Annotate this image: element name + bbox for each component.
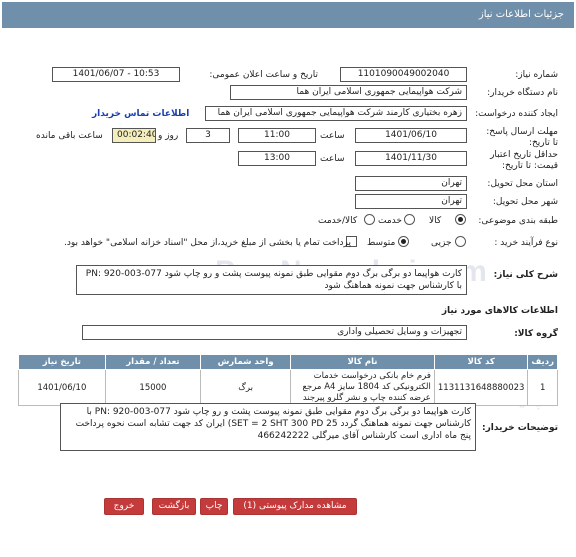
print-button[interactable]: چاپ [200,498,228,515]
category-goods-service-radio[interactable] [364,214,375,225]
province-label: استان محل تحویل: [487,179,558,189]
buyer-org-label: نام دستگاه خریدار: [487,88,558,98]
deadline-time-field: 11:00 [238,128,316,143]
col-name-header: نام کالا [290,354,435,370]
cell-row: 1 [527,369,558,406]
need-number-field: 1101090049002040 [340,67,467,82]
process-type-label: نوع فرآیند خرید : [494,238,558,248]
announce-datetime-label: تاریخ و ساعت اعلان عمومی: [209,70,318,80]
time-remaining-field: 00:02:40 [112,128,156,143]
days-remaining-field: 3 [186,128,230,143]
cell-name: فرم خام بانکی درخواست خدمات الکترونیکی ک… [290,369,435,406]
announce-datetime-field: 1401/06/07 - 10:53 [52,67,180,82]
exit-button[interactable]: خروج [104,498,144,515]
need-number-label: شماره نیاز: [515,70,558,80]
process-partial-label: جزیی [431,238,452,248]
price-validity-time-label: ساعت [320,154,345,164]
view-attachments-button[interactable]: مشاهده مدارک پیوستی (1) [233,498,357,515]
col-unit-header: واحد شمارش [200,354,292,370]
col-code-header: کد کالا [433,354,529,370]
deadline-time-label: ساعت [320,131,345,141]
days-label: روز و [158,131,179,141]
price-validity-time-field: 13:00 [238,151,316,166]
treasury-payment-note: پرداخت تمام یا بخشی از مبلغ خرید،از محل … [64,238,352,248]
buyer-notes-label: توضیحات خریدار: [482,423,558,433]
buyer-notes-box: کارت هواپیما دو برگی برگ دوم مقوایی طبق … [60,403,476,451]
col-row-header: ردیف [527,354,558,370]
city-field: تهران [355,194,467,209]
buyer-contact-link[interactable]: اطلاعات تماس خریدار [92,109,189,119]
process-partial-radio[interactable] [455,236,466,247]
province-field: تهران [355,176,467,191]
col-date-header: تاریخ نیاز [18,354,106,370]
category-service-label: خدمت [378,216,402,226]
cell-unit: برگ [200,369,292,406]
deadline-label: مهلت ارسال پاسخ: تا تاریخ: [486,127,558,148]
page-title: جزئیات اطلاعات نیاز [2,2,574,28]
category-service-radio[interactable] [404,214,415,225]
category-goods-label: کالا [429,216,442,226]
category-goods-service-label: کالا/خدمت [318,216,358,226]
cell-qty: 15000 [104,369,202,406]
process-medium-radio[interactable] [398,236,409,247]
summary-text-box: کارت هواپیما دو برگی برگ دوم مقوایی طبق … [76,265,467,295]
category-goods-radio[interactable] [455,214,466,225]
table-row: 1 1131131648880023 فرم خام بانکی درخواست… [18,369,558,406]
creator-label: ایجاد کننده درخواست: [475,109,558,119]
price-validity-date-field: 1401/11/30 [355,151,467,166]
category-label: طبقه بندی موضوعی: [478,216,558,226]
city-label: شهر محل تحویل: [492,197,558,207]
goods-table: ردیف کد کالا نام کالا واحد شمارش تعداد /… [18,354,558,406]
goods-info-title: اطلاعات کالاهای مورد نیاز [441,306,558,316]
buyer-org-field: شرکت هواپیمایی جمهوری اسلامی ایران هما [230,85,467,100]
creator-field: زهره بختیاری کارمند شرکت هواپیمایی جمهور… [205,106,467,121]
goods-table-header: ردیف کد کالا نام کالا واحد شمارش تعداد /… [18,354,558,370]
summary-label: شرح کلی نیاز: [493,270,558,280]
deadline-date-field: 1401/06/10 [355,128,467,143]
price-validity-label: حداقل تاریخ اعتبار قیمت: تا تاریخ: [490,150,558,171]
cell-date: 1401/06/10 [18,369,106,406]
cell-code: 1131131648880023 [433,369,529,406]
goods-group-field: تجهیزات و وسایل تحصیلی واداری [82,325,467,340]
col-qty-header: تعداد / مقدار [104,354,202,370]
goods-group-label: گروه کالا: [514,329,558,339]
time-remaining-label: ساعت باقی مانده [36,131,103,141]
back-button[interactable]: بازگشت [152,498,196,515]
process-medium-label: متوسط [367,238,396,248]
